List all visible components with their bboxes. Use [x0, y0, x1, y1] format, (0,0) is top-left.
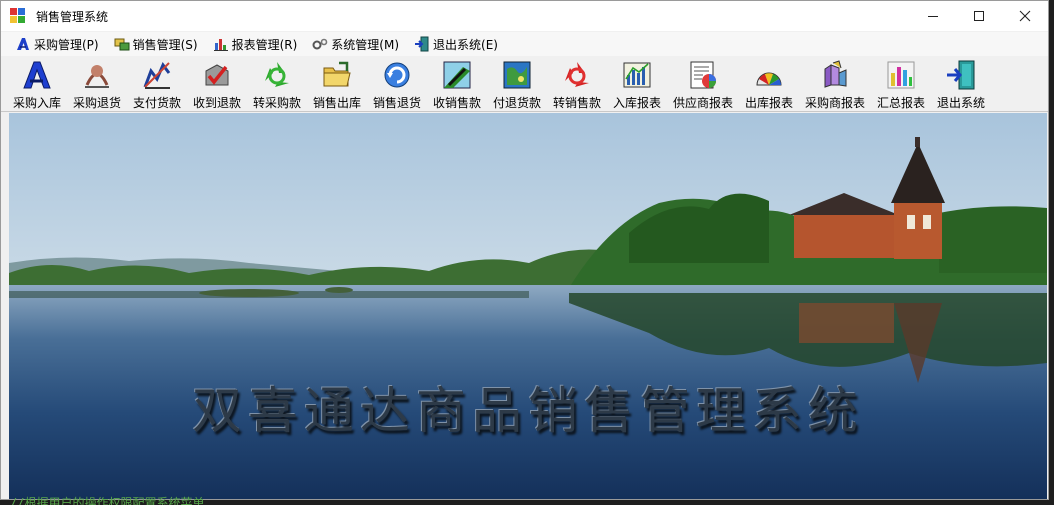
minimize-icon [928, 16, 938, 17]
toolbar-purchase-in-label: 采购入库 [13, 96, 62, 110]
toolbar-sales-out-label: 销售出库 [313, 96, 362, 110]
pay-refund-icon [503, 61, 531, 89]
maximize-button[interactable] [956, 1, 1002, 31]
toolbar-receive-payment-label: 收销售款 [433, 96, 482, 110]
toolbar-buyer-report-label: 采购商报表 [805, 96, 866, 110]
toolbar-sales-return-label: 销售退货 [373, 96, 422, 110]
toolbar-summary-report-label: 汇总报表 [877, 96, 926, 110]
toolbar-transfer-purchase-label: 转采购款 [253, 96, 302, 110]
toolbar-pay-refund[interactable]: 付退货款 [493, 59, 541, 111]
app-icon [10, 8, 26, 24]
sales-out-icon [323, 61, 351, 87]
minimize-button[interactable] [910, 1, 956, 31]
toolbar-refund-received[interactable]: 收到退款 [193, 59, 241, 111]
toolbar-supplier-report-label: 供应商报表 [673, 96, 734, 110]
transfer-sales-icon [565, 62, 589, 87]
toolbar-sales-return[interactable]: 销售退货 [373, 59, 421, 111]
toolbar-supplier-report[interactable]: 供应商报表 [673, 59, 733, 111]
menu-exit-label: 退出系统(E) [433, 37, 498, 52]
toolbar-refund-received-label: 收到退款 [193, 96, 242, 110]
out-report-icon [756, 72, 782, 86]
receive-payment-icon [443, 61, 471, 89]
transfer-purchase-icon [265, 62, 289, 87]
sales-return-icon [384, 62, 410, 88]
lake-church-banner: 双喜通达商品销售管理系统 [9, 113, 1047, 499]
toolbar-transfer-sales[interactable]: 转销售款 [553, 59, 601, 111]
toolbar-purchase-in[interactable]: 采购入库 [13, 59, 61, 111]
menu-report-label: 报表管理(R) [231, 37, 298, 52]
toolbar: 采购入库 采购退货 支付货款 收到退款 转采购款 销售出库 销售退货 收销售款 [1, 57, 1048, 112]
purchase-return-icon [85, 65, 109, 88]
exit-icon [947, 60, 975, 90]
menu-sales[interactable]: 销售管理(S) [108, 33, 207, 55]
toolbar-buyer-report[interactable]: 采购商报表 [805, 59, 865, 111]
exit-menu-icon [415, 36, 429, 52]
toolbar-transfer-purchase[interactable]: 转采购款 [253, 59, 301, 111]
pay-icon [143, 62, 171, 89]
menu-system[interactable]: 系统管理(M) [306, 33, 408, 55]
toolbar-pay-label: 支付货款 [133, 96, 182, 110]
summary-report-icon [887, 61, 915, 89]
window-controls [910, 1, 1048, 31]
toolbar-purchase-return[interactable]: 采购退货 [73, 59, 121, 111]
toolbar-transfer-sales-label: 转销售款 [553, 96, 602, 110]
menu-purchase-label: 采购管理(P) [34, 37, 99, 52]
menu-system-label: 系统管理(M) [331, 37, 400, 52]
maximize-icon [974, 11, 984, 21]
toolbar-exit[interactable]: 退出系统 [937, 59, 985, 111]
report-menu-icon [213, 39, 228, 51]
toolbar-pay-refund-label: 付退货款 [493, 96, 542, 110]
menu-bar: 采购管理(P) 销售管理(S) 报表管理(R) 系统管理(M) 退出系统(E) [1, 32, 1048, 56]
close-icon [1019, 10, 1031, 22]
title-bar[interactable]: 销售管理系统 [1, 1, 1048, 31]
supplier-report-icon [690, 61, 716, 89]
system-menu-icon [312, 38, 328, 50]
toolbar-in-report[interactable]: 入库报表 [613, 59, 661, 111]
app-window: 销售管理系统 采购管理(P) 销售管理(S) 报表管理(R) 系统管理(M) 退… [0, 0, 1049, 500]
toolbar-sales-out[interactable]: 销售出库 [313, 59, 361, 111]
banner-title: 双喜通达商品销售管理系统 [192, 382, 864, 440]
refund-received-icon [205, 64, 229, 86]
menu-sales-label: 销售管理(S) [132, 37, 198, 52]
toolbar-out-report[interactable]: 出库报表 [745, 59, 793, 111]
menu-purchase[interactable]: 采购管理(P) [9, 33, 108, 55]
background-code-comment: //根据用户的操作权限配置系统菜单 [10, 496, 205, 505]
menu-exit[interactable]: 退出系统(E) [408, 33, 507, 55]
sales-menu-icon [114, 38, 130, 51]
window-title: 销售管理系统 [36, 9, 109, 24]
in-report-icon [623, 62, 651, 88]
buyer-report-icon [824, 60, 847, 88]
toolbar-receive-payment[interactable]: 收销售款 [433, 59, 481, 111]
toolbar-summary-report[interactable]: 汇总报表 [877, 59, 925, 111]
toolbar-purchase-return-label: 采购退货 [73, 96, 122, 110]
close-button[interactable] [1002, 1, 1048, 31]
toolbar-in-report-label: 入库报表 [613, 96, 662, 110]
purchase-menu-icon [17, 38, 29, 50]
purchase-in-icon [23, 61, 51, 89]
toolbar-pay[interactable]: 支付货款 [133, 59, 181, 111]
menu-report[interactable]: 报表管理(R) [207, 33, 307, 55]
toolbar-exit-label: 退出系统 [937, 96, 986, 110]
toolbar-out-report-label: 出库报表 [745, 96, 794, 110]
